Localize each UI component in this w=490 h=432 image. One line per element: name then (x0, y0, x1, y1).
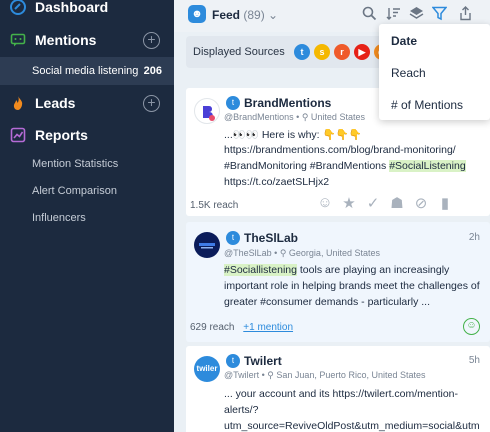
sidebar-item-label: Social media listening (32, 65, 139, 77)
twitter-icon: t (226, 96, 240, 110)
mention-hashtags: #BrandMonitoring #BrandMentions (224, 160, 390, 172)
mention-location: San Juan, Puerto Rico, United States (276, 370, 426, 380)
chevron-down-icon: ⌄ (268, 8, 279, 22)
mention-time: 5h (468, 355, 480, 366)
sidebar-item-dashboard[interactable]: Dashboard (0, 0, 174, 22)
sort-option-mentions[interactable]: # of Mentions (391, 98, 463, 112)
mention-keyword-highlight: #SocialListening (389, 160, 466, 172)
sidebar-item-label: Mentions (35, 32, 97, 48)
mention-link[interactable]: https://t.co/zaetSLHjx2 (224, 176, 329, 188)
sidebar-item-influencers[interactable]: Influencers (0, 204, 174, 232)
share-icon[interactable] (456, 6, 474, 24)
mention-time: 2h (468, 232, 480, 243)
check-icon[interactable]: ✓ (364, 194, 382, 212)
sidebar-item-alert-comparison[interactable]: Alert Comparison (0, 177, 174, 205)
twitter-source-icon[interactable]: t (294, 44, 310, 60)
sidebar-item-mention-statistics[interactable]: Mention Statistics (0, 150, 174, 178)
sidebar-item-label: Mention Statistics (32, 158, 119, 170)
mention-text-line: alerts/? (224, 404, 259, 416)
avatar: twiler (194, 356, 220, 382)
displayed-sources-label: Displayed Sources (193, 46, 285, 58)
mention-reach-value: 629 reach (190, 322, 235, 333)
add-lead-icon[interactable]: + (143, 94, 160, 112)
youtube-source-icon[interactable]: ▶ (354, 44, 370, 60)
sidebar-item-leads[interactable]: Leads + (0, 88, 174, 118)
snapchat-source-icon[interactable]: s (314, 44, 330, 60)
twitter-icon: t (226, 231, 240, 245)
mention-text-line: #BrandMonitoring #BrandMentions #SocialL… (224, 160, 466, 172)
add-mention-icon[interactable]: + (143, 31, 160, 49)
mention-text-line: ... your account and its https://twilert… (224, 388, 459, 400)
mention-card[interactable]: t TheSlLab 2h @TheSlLab • ⚲ Georgia, Uni… (186, 222, 490, 342)
mention-author[interactable]: BrandMentions (244, 96, 331, 110)
sidebar-item-social-media-listening[interactable]: Social media listening 206 (0, 57, 174, 85)
dashboard-icon (10, 0, 26, 15)
mention-handle: @Twilert (224, 370, 260, 380)
twitter-icon: t (226, 354, 240, 368)
sidebar-item-reports[interactable]: Reports (0, 120, 174, 150)
sentiment-icon[interactable]: ☺ (316, 194, 334, 211)
mention-meta: @Twilert • ⚲ San Juan, Puerto Rico, Unit… (224, 370, 426, 380)
search-icon[interactable] (360, 6, 378, 24)
sort-icon[interactable] (384, 6, 402, 24)
feed-count: (89) (243, 8, 265, 22)
sidebar-item-mentions[interactable]: Mentions + (0, 25, 174, 55)
mention-link[interactable]: https://brandmentions.com/blog/brand-mon… (224, 144, 456, 156)
sidebar-item-label: Reports (35, 127, 88, 143)
mentions-icon (10, 32, 26, 48)
sidebar-item-label: Alert Comparison (32, 185, 117, 197)
mention-text-line: important role in helping brands meet th… (224, 280, 480, 292)
mention-reach: 629 reach +1 mention (190, 322, 293, 333)
star-icon[interactable]: ★ (340, 194, 358, 212)
mention-text-line: greater #consumer demands - particularly… (224, 296, 431, 308)
feed-label: Feed (212, 8, 241, 22)
feed-selector[interactable]: Feed (89) ⌄ (212, 8, 278, 22)
mention-meta: @BrandMentions • ⚲ United States (224, 112, 365, 122)
mention-location: Georgia, United States (288, 248, 380, 258)
feed-icon: ☻ (188, 5, 206, 23)
avatar (194, 98, 220, 124)
sort-option-reach[interactable]: Reach (391, 66, 426, 80)
tag-icon[interactable]: ☗ (388, 194, 406, 212)
mention-location: United States (310, 112, 365, 122)
avatar (194, 232, 220, 258)
sidebar: Dashboard Mentions + Social media listen… (0, 0, 174, 432)
mention-handle: @TheSlLab (224, 248, 272, 258)
sort-option-date[interactable]: Date (391, 34, 417, 48)
flame-icon (10, 95, 26, 111)
mention-meta: @TheSlLab • ⚲ Georgia, United States (224, 248, 380, 258)
sidebar-item-label: Dashboard (35, 0, 109, 15)
reddit-source-icon[interactable]: r (334, 44, 350, 60)
sort-dropdown: Date Reach # of Mentions (379, 24, 490, 120)
filter-icon[interactable] (430, 6, 448, 24)
mention-handle: @BrandMentions (224, 112, 294, 122)
sidebar-item-label: Leads (35, 95, 76, 111)
positive-sentiment-icon[interactable]: ☺ (463, 318, 480, 335)
block-icon[interactable]: ⊘ (412, 194, 430, 212)
extra-mentions-link[interactable]: +1 mention (243, 322, 293, 333)
mention-card[interactable]: twiler t Twilert 5h @Twilert • ⚲ San Jua… (186, 346, 490, 432)
sidebar-item-label: Influencers (32, 212, 86, 224)
mention-text-line: ...👀👀 Here is why: 👇👇👇 (224, 129, 362, 141)
mention-keyword-highlight: #Sociallistening (224, 264, 297, 276)
mentions-count-badge: 206 (143, 65, 162, 77)
mention-author[interactable]: Twilert (244, 354, 282, 368)
trash-icon[interactable]: ▮ (436, 194, 454, 212)
chart-icon (10, 127, 26, 143)
mention-text: tools are playing an increasingly (296, 264, 450, 276)
mention-text-line: utm_source=ReviveOldPost&utm_medium=soci… (224, 420, 480, 432)
mention-actions: ☺ ★ ✓ ☗ ⊘ ▮ (186, 194, 490, 214)
mention-text-line: #Sociallistening tools are playing an in… (224, 264, 449, 276)
mention-author[interactable]: TheSlLab (244, 231, 298, 245)
layers-icon[interactable] (407, 6, 425, 24)
